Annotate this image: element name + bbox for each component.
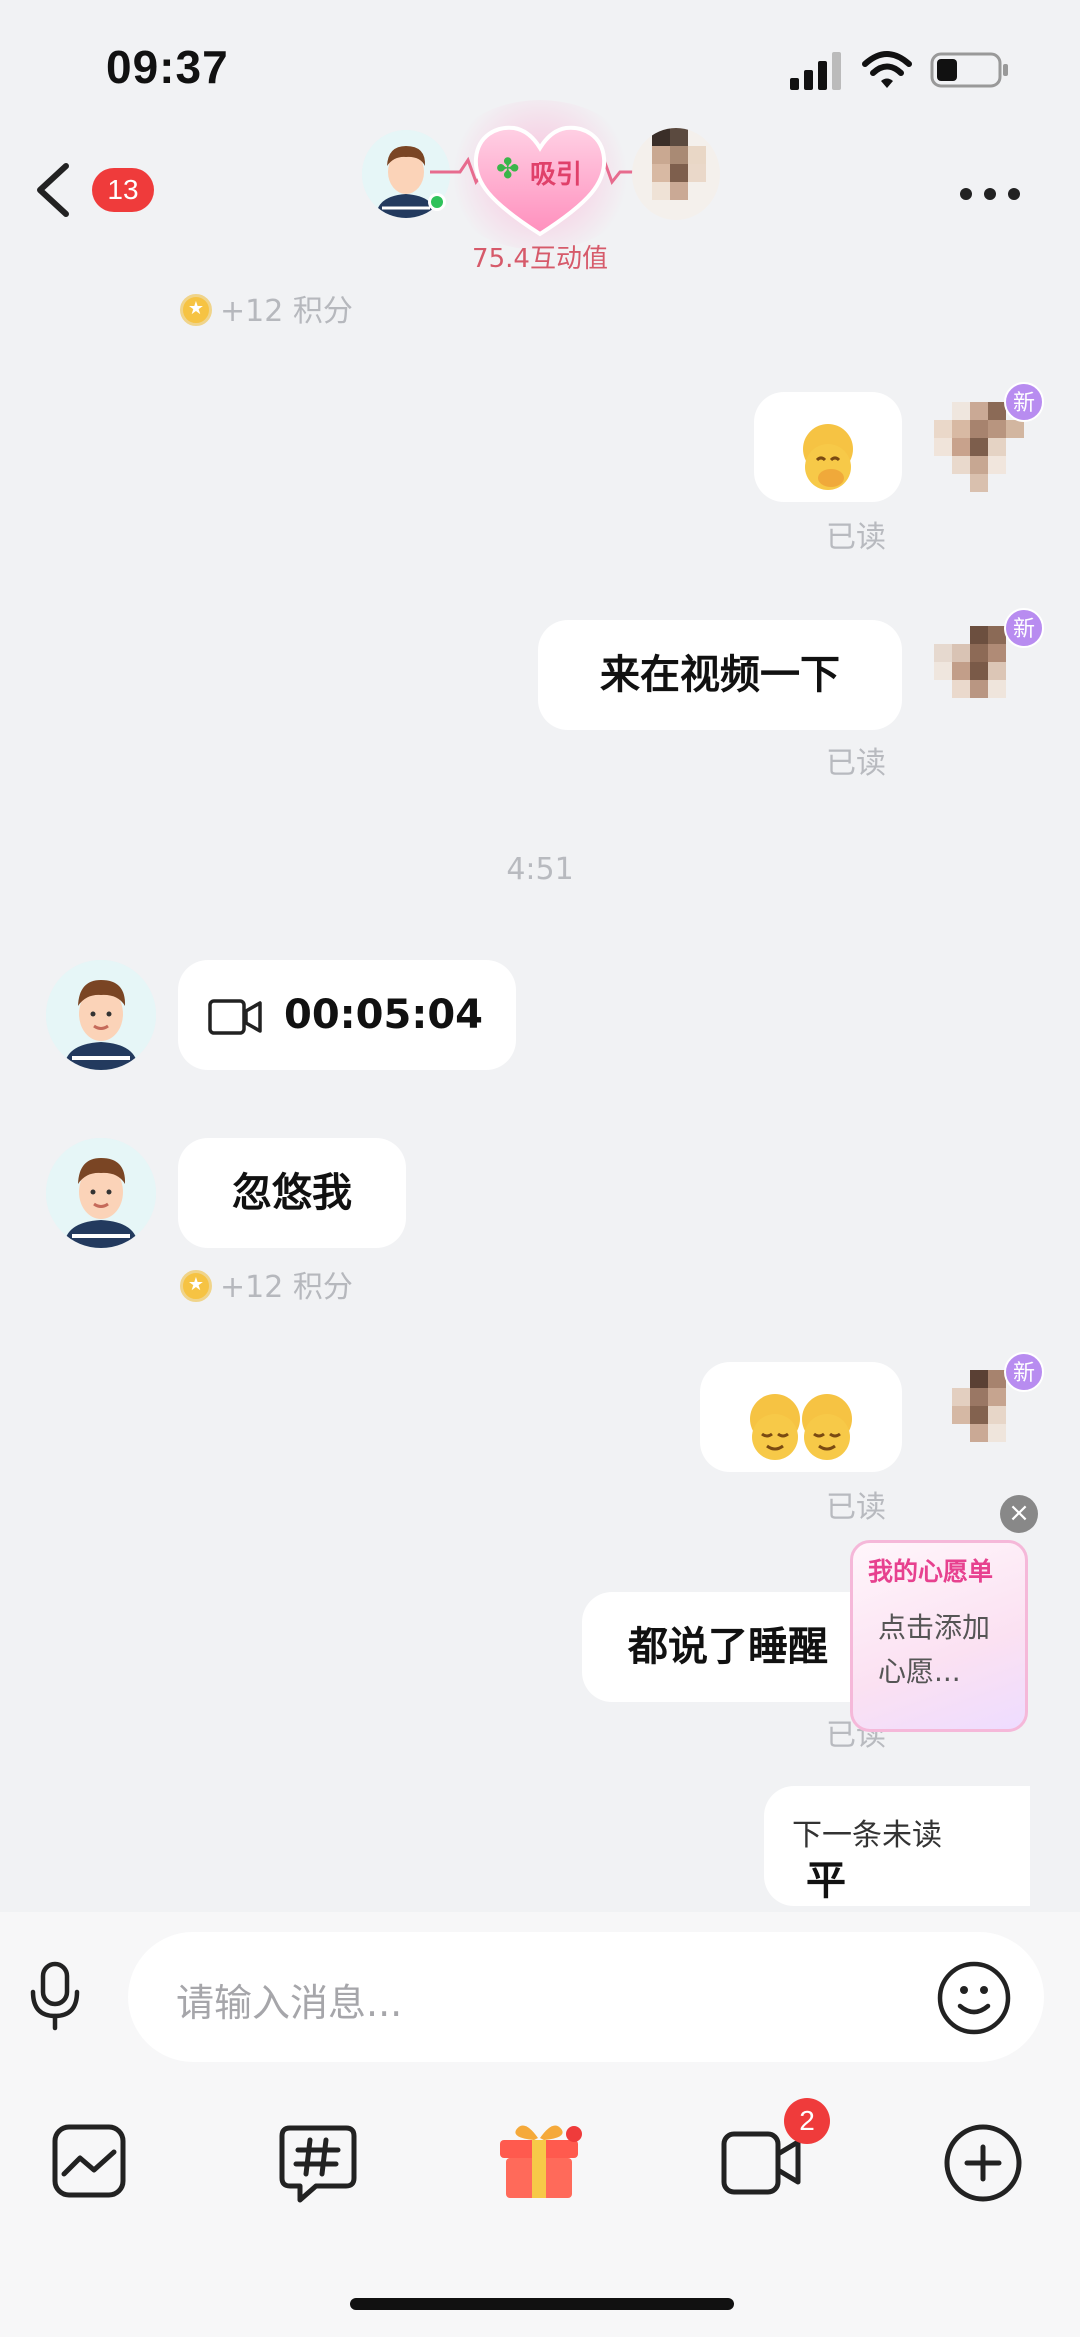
microphone-icon[interactable] xyxy=(28,1960,82,2032)
add-more-icon[interactable] xyxy=(942,2122,1024,2204)
video-call-badge: 2 xyxy=(784,2098,830,2144)
cellular-signal-icon xyxy=(790,52,841,90)
new-badge: 新 xyxy=(1004,608,1044,648)
partial-message-text: 平 xyxy=(806,1858,846,1904)
wifi-icon xyxy=(862,51,912,88)
points-reward: ★ +12 积分 xyxy=(180,286,353,330)
more-options-icon[interactable] xyxy=(958,186,1022,202)
new-badge: 新 xyxy=(1004,382,1044,422)
read-status: 已读 xyxy=(826,1490,886,1525)
message-bubble[interactable]: 来在视频一下 xyxy=(538,620,902,730)
chat-timestamp: 4:51 xyxy=(506,852,574,887)
topic-hashtag-icon[interactable] xyxy=(276,2122,360,2206)
message-bubble[interactable]: 忽悠我 xyxy=(178,1138,406,1248)
new-badge: 新 xyxy=(1004,1352,1044,1392)
status-time: 09:37 xyxy=(106,41,229,93)
relationship-label: 吸引 xyxy=(530,160,583,190)
emoji-picker-icon[interactable] xyxy=(936,1960,1012,2036)
wish-list-prompt[interactable]: 点击添加 心愿... xyxy=(878,1606,990,1694)
message-bubble-emoji[interactable] xyxy=(754,392,902,502)
interaction-score: 75.4互动值 xyxy=(472,244,608,274)
message-bubble-emoji[interactable] xyxy=(700,1362,902,1472)
clover-icon: ✤ xyxy=(496,152,520,185)
gift-icon[interactable] xyxy=(494,2118,584,2202)
contact-avatar-message[interactable] xyxy=(46,1138,156,1248)
battery-icon xyxy=(930,52,1008,88)
video-camera-icon xyxy=(208,999,262,1035)
wish-list-title: 我的心愿单 xyxy=(868,1557,994,1586)
wish-prompt-line2: 心愿... xyxy=(878,1655,961,1688)
read-status: 已读 xyxy=(826,520,886,555)
message-input-placeholder: 请输入消息... xyxy=(176,1981,403,2025)
points-reward: ★ +12 积分 xyxy=(180,1262,353,1306)
home-indicator[interactable] xyxy=(350,2298,734,2310)
coin-icon: ★ xyxy=(180,1269,212,1302)
hand-over-mouth-emoji xyxy=(803,424,853,490)
my-avatar[interactable] xyxy=(632,128,720,220)
contact-avatar-message[interactable] xyxy=(46,960,156,1070)
unread-count-badge: 13 xyxy=(92,168,154,212)
wish-prompt-line1: 点击添加 xyxy=(878,1611,991,1644)
relieved-face-emoji xyxy=(750,1394,800,1460)
relieved-face-emoji xyxy=(802,1394,852,1460)
read-status: 已读 xyxy=(826,746,886,781)
close-icon[interactable]: × xyxy=(1000,1495,1038,1533)
coin-icon: ★ xyxy=(180,293,212,326)
video-call-record[interactable]: 00:05:04 xyxy=(178,960,516,1070)
back-arrow-icon[interactable] xyxy=(30,160,76,220)
call-duration: 00:05:04 xyxy=(284,992,483,1038)
image-gallery-icon[interactable] xyxy=(50,2122,128,2200)
